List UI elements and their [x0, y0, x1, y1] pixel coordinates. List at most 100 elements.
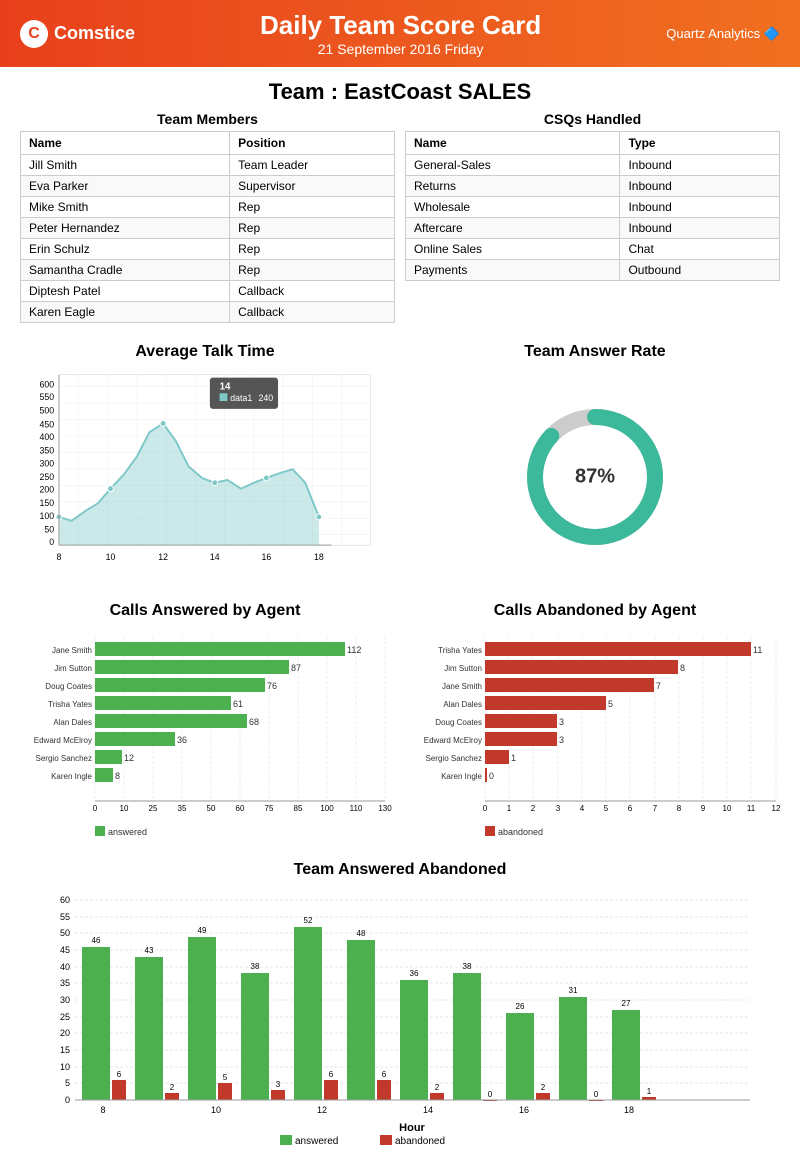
- svg-text:18: 18: [624, 1105, 634, 1115]
- table-row: Diptesh PatelCallback: [21, 281, 395, 302]
- svg-text:2: 2: [531, 804, 536, 813]
- svg-text:Doug Coates: Doug Coates: [45, 682, 92, 691]
- svg-text:600: 600: [39, 379, 54, 389]
- line-chart-container: 0 50 100 150 200 250 300 350 400 450 500…: [10, 367, 400, 592]
- svg-text:7: 7: [656, 681, 661, 691]
- svg-text:Jane Smith: Jane Smith: [442, 682, 482, 691]
- svg-text:0: 0: [93, 804, 98, 813]
- svg-text:8: 8: [100, 1105, 105, 1115]
- answer-rate-block: Team Answer Rate 87%: [400, 343, 790, 592]
- tables-section: Team Members Name Position Jill SmithTea…: [0, 111, 800, 333]
- svg-text:3: 3: [559, 735, 564, 745]
- svg-text:16: 16: [261, 552, 271, 562]
- svg-text:0: 0: [594, 1090, 599, 1099]
- svg-text:25: 25: [60, 1012, 70, 1022]
- svg-text:0: 0: [65, 1095, 70, 1105]
- table-row: PaymentsOutbound: [406, 260, 780, 281]
- csqs-heading: CSQs Handled: [405, 111, 780, 131]
- svg-text:55: 55: [60, 912, 70, 922]
- svg-text:85: 85: [294, 804, 303, 813]
- svg-text:8: 8: [115, 771, 120, 781]
- svg-text:Sergio Sanchez: Sergio Sanchez: [426, 754, 482, 763]
- table-row: AftercareInbound: [406, 218, 780, 239]
- svg-text:answered: answered: [295, 1136, 338, 1145]
- svg-text:5: 5: [65, 1078, 70, 1088]
- charts-row-1: Average Talk Time 0 50 100 150 200 250 3…: [0, 333, 800, 592]
- col-csq-name: Name: [406, 132, 620, 155]
- table-row: Jill SmithTeam Leader: [21, 155, 395, 176]
- svg-text:52: 52: [304, 916, 313, 925]
- svg-text:50: 50: [44, 525, 54, 535]
- svg-text:500: 500: [39, 406, 54, 416]
- svg-text:100: 100: [320, 804, 334, 813]
- svg-text:Hour: Hour: [399, 1122, 425, 1134]
- csqs-table: Name Type General-SalesInboundReturnsInb…: [405, 131, 780, 281]
- svg-text:16: 16: [519, 1105, 529, 1115]
- table-row: Mike SmithRep: [21, 197, 395, 218]
- svg-text:100: 100: [39, 511, 54, 521]
- svg-text:36: 36: [177, 735, 187, 745]
- svg-text:43: 43: [145, 946, 154, 955]
- svg-text:61: 61: [233, 699, 243, 709]
- svg-text:3: 3: [556, 804, 561, 813]
- svg-text:400: 400: [39, 432, 54, 442]
- svg-text:60: 60: [60, 895, 70, 905]
- svg-text:1: 1: [511, 753, 516, 763]
- svg-text:68: 68: [249, 717, 259, 727]
- quartz-logo: Quartz Analytics 🔷: [666, 26, 780, 42]
- page-header: C Comstice Daily Team Score Card 21 Sept…: [0, 0, 800, 67]
- team-members-table: Name Position Jill SmithTeam LeaderEva P…: [20, 131, 395, 323]
- svg-text:27: 27: [622, 999, 631, 1008]
- svg-text:250: 250: [39, 472, 54, 482]
- table-row: Erin SchulzRep: [21, 239, 395, 260]
- svg-text:12: 12: [158, 552, 168, 562]
- svg-text:Jim Sutton: Jim Sutton: [54, 664, 92, 673]
- svg-text:abandoned: abandoned: [498, 827, 543, 837]
- svg-text:0: 0: [483, 804, 488, 813]
- svg-text:300: 300: [39, 458, 54, 468]
- svg-text:Trisha Yates: Trisha Yates: [438, 646, 482, 655]
- svg-text:12: 12: [772, 804, 781, 813]
- calls-abandoned-title: Calls Abandoned by Agent: [400, 602, 790, 626]
- svg-text:110: 110: [350, 804, 363, 813]
- svg-text:10: 10: [120, 804, 129, 813]
- svg-text:26: 26: [516, 1002, 525, 1011]
- svg-text:18: 18: [314, 552, 324, 562]
- col-csq-type: Type: [620, 132, 780, 155]
- svg-text:10: 10: [211, 1105, 221, 1115]
- bottom-chart: Team Answered Abandoned 0 5 10 15 20 25 …: [0, 851, 800, 1170]
- svg-text:46: 46: [92, 936, 101, 945]
- table-row: ReturnsInbound: [406, 176, 780, 197]
- svg-text:2: 2: [170, 1083, 175, 1092]
- svg-text:25: 25: [149, 804, 158, 813]
- line-chart-svg: 0 50 100 150 200 250 300 350 400 450 500…: [20, 367, 390, 587]
- svg-text:550: 550: [39, 392, 54, 402]
- svg-text:Edward McElroy: Edward McElroy: [34, 736, 92, 745]
- svg-text:8: 8: [680, 663, 685, 673]
- svg-text:12: 12: [317, 1105, 327, 1115]
- table-row: Eva ParkerSupervisor: [21, 176, 395, 197]
- svg-text:7: 7: [653, 804, 658, 813]
- col-name: Name: [21, 132, 230, 155]
- svg-text:data1: data1: [230, 393, 252, 403]
- svg-text:Alan Dales: Alan Dales: [53, 718, 92, 727]
- table-row: Samantha CradleRep: [21, 260, 395, 281]
- team-members-heading: Team Members: [20, 111, 395, 131]
- svg-text:4: 4: [580, 804, 585, 813]
- svg-text:10: 10: [60, 1062, 70, 1072]
- avg-talk-title: Average Talk Time: [10, 343, 400, 367]
- svg-text:10: 10: [106, 552, 116, 562]
- svg-text:150: 150: [39, 498, 54, 508]
- svg-text:450: 450: [39, 419, 54, 429]
- svg-text:75: 75: [265, 804, 274, 813]
- logo: C Comstice: [20, 20, 135, 48]
- svg-text:14: 14: [210, 552, 220, 562]
- donut-wrapper: 87%: [515, 397, 675, 557]
- svg-text:3: 3: [276, 1080, 281, 1089]
- header-title: Daily Team Score Card: [135, 10, 666, 41]
- svg-text:30: 30: [60, 995, 70, 1005]
- svg-text:48: 48: [357, 929, 366, 938]
- svg-text:0: 0: [489, 771, 494, 781]
- table-row: WholesaleInbound: [406, 197, 780, 218]
- svg-text:Jane Smith: Jane Smith: [52, 646, 92, 655]
